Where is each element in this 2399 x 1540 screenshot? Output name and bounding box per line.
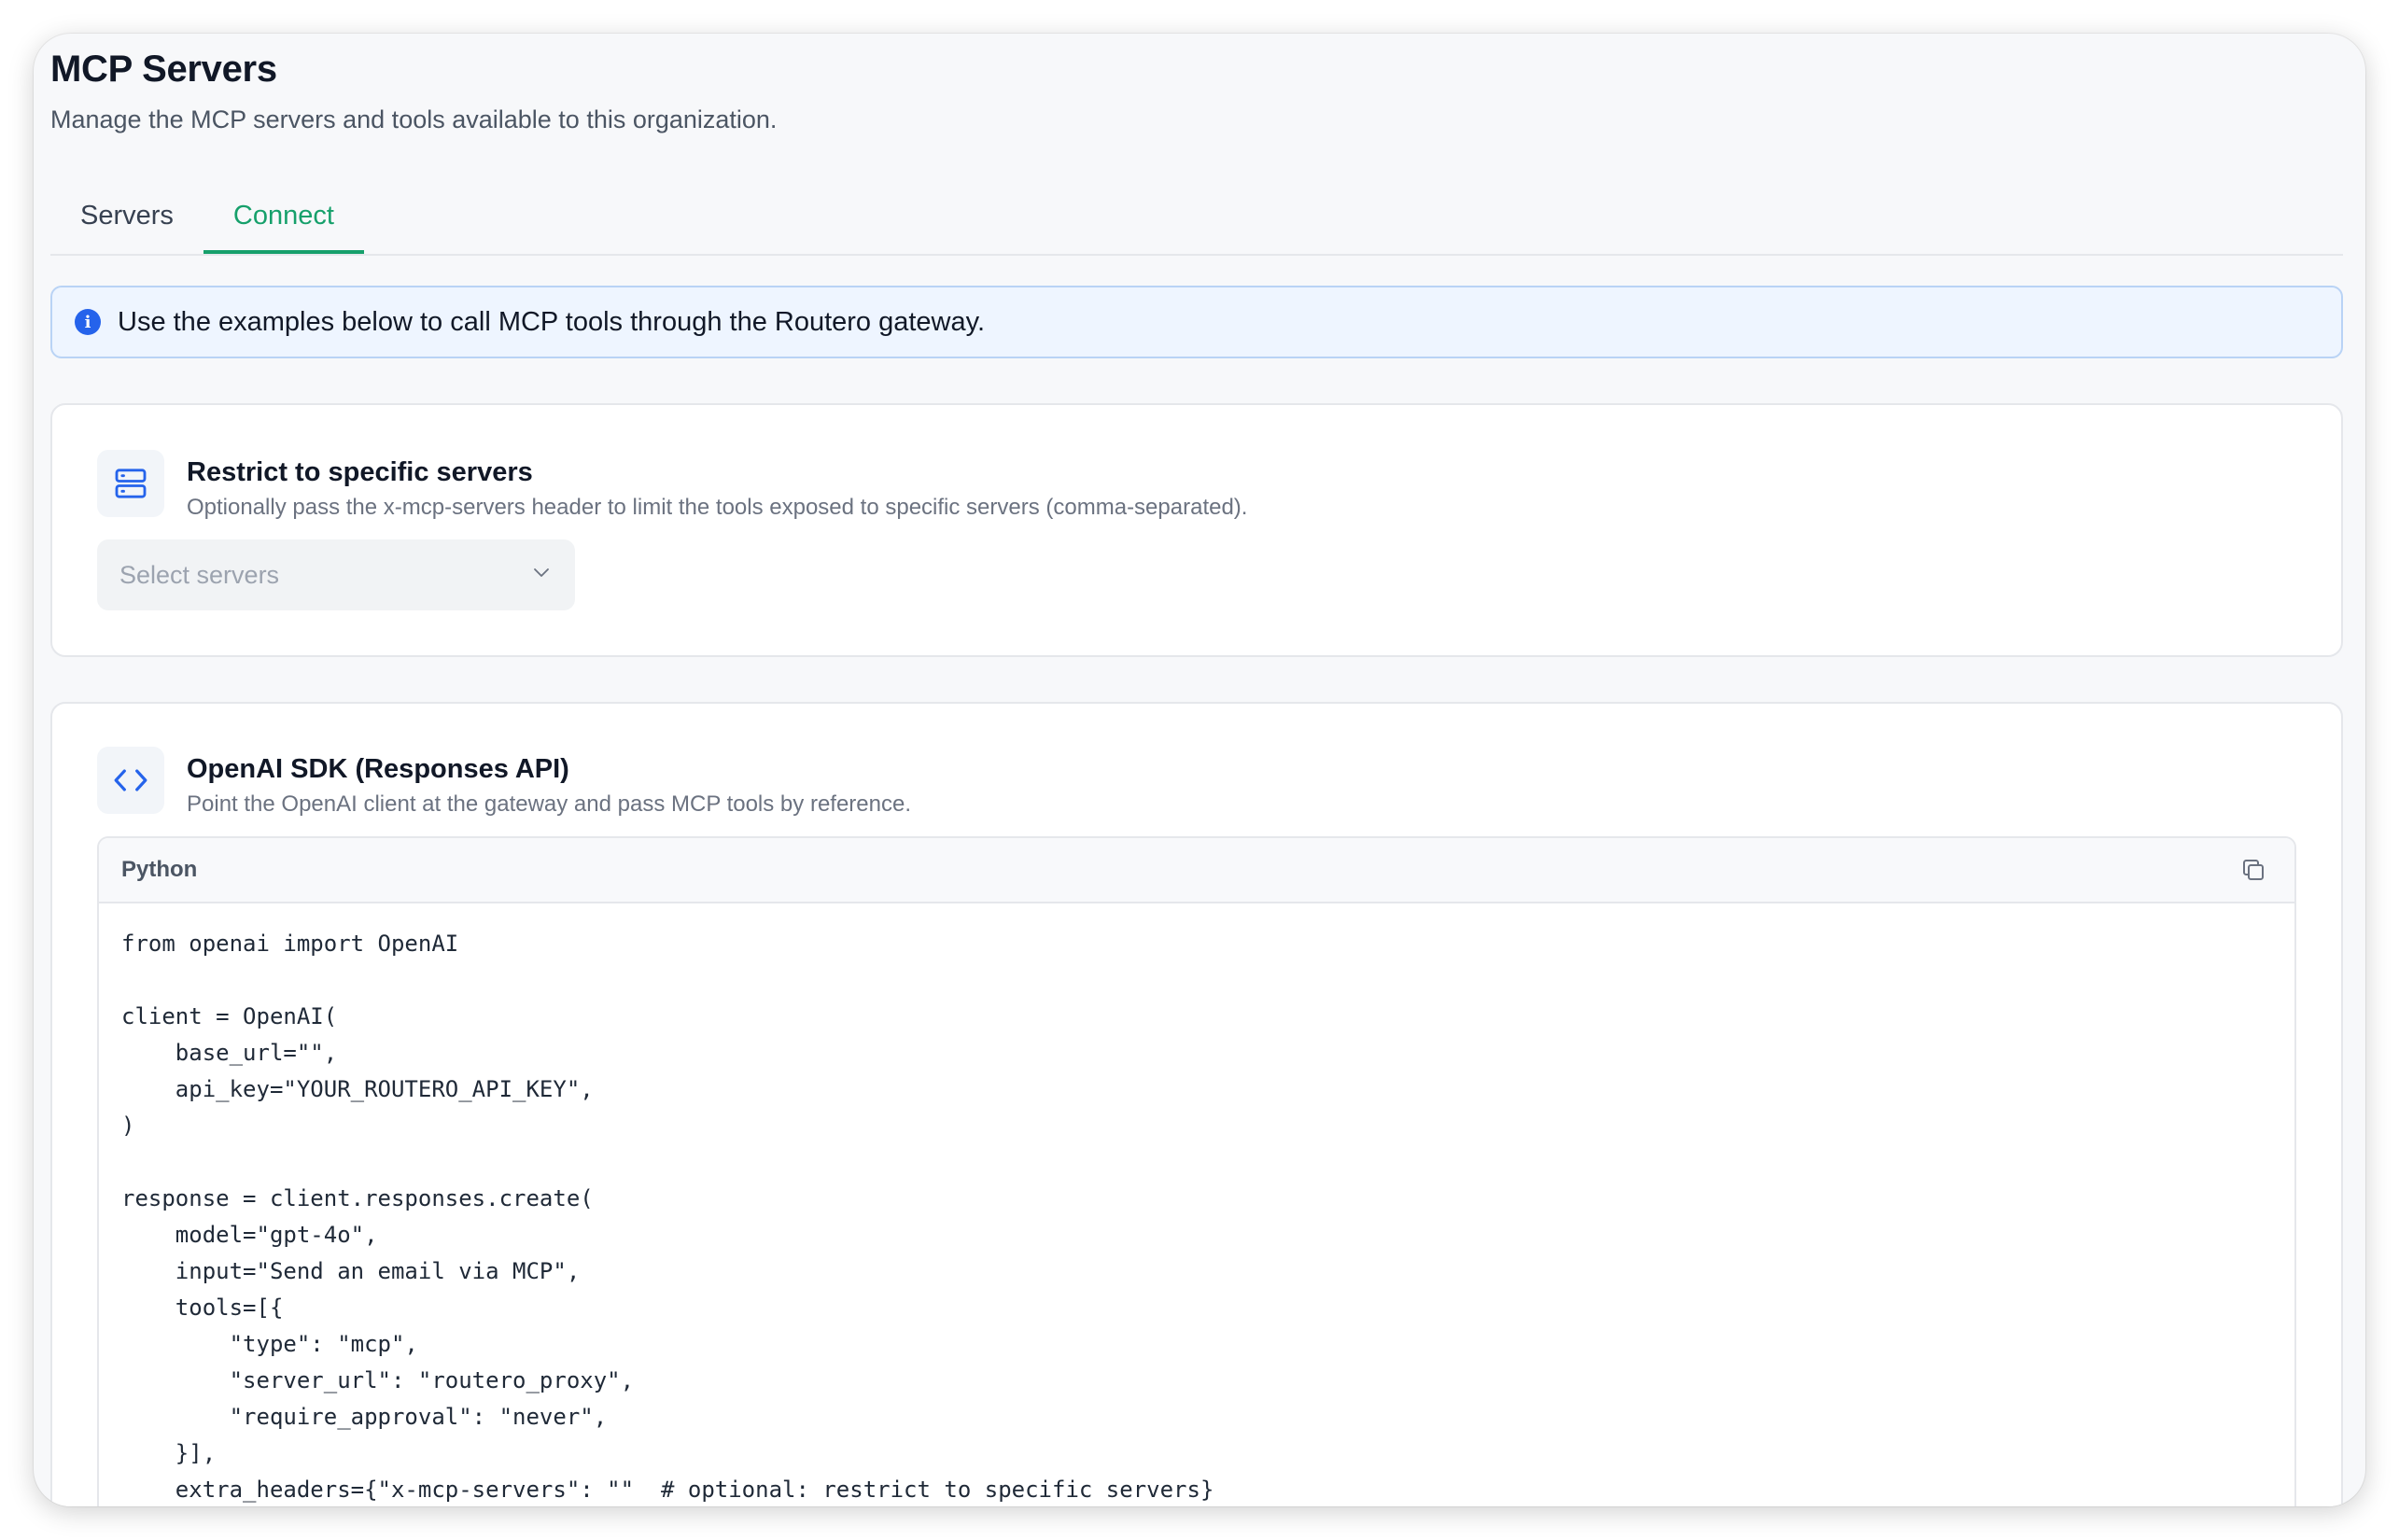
app-window: MCP Servers Manage the MCP servers and t… [34, 34, 2365, 1506]
info-alert-text: Use the examples below to call MCP tools… [118, 306, 986, 337]
copy-button[interactable] [2235, 851, 2272, 889]
sdk-card-description: Point the OpenAI client at the gateway a… [187, 791, 912, 817]
code-block: Python from openai import OpenAI client … [97, 836, 2296, 1506]
code-brackets-icon [97, 747, 164, 814]
restrict-servers-card: Restrict to specific servers Optionally … [50, 403, 2343, 657]
sdk-card-title: OpenAI SDK (Responses API) [187, 754, 569, 784]
tab-bar: Servers Connect [50, 183, 2343, 256]
server-stack-icon [97, 450, 164, 517]
page-content: MCP Servers Manage the MCP servers and t… [50, 45, 2343, 1506]
server-select-placeholder: Select servers [119, 560, 280, 589]
code-language-label: Python [121, 857, 198, 882]
tab-connect[interactable]: Connect [203, 183, 364, 254]
restrict-card-description: Optionally pass the x-mcp-servers header… [187, 495, 1248, 520]
copy-icon [2243, 860, 2264, 880]
sdk-card-header: OpenAI SDK (Responses API) Point the Ope… [97, 747, 911, 819]
info-icon: i [75, 309, 101, 335]
page-title: MCP Servers [50, 49, 277, 90]
restrict-card-header: Restrict to specific servers Optionally … [97, 450, 1247, 523]
openai-sdk-card: OpenAI SDK (Responses API) Point the Ope… [50, 702, 2343, 1506]
info-alert: i Use the examples below to call MCP too… [50, 286, 2343, 358]
code-block-header: Python [99, 838, 2294, 903]
tab-servers[interactable]: Servers [50, 183, 203, 254]
server-select[interactable]: Select servers [97, 539, 575, 610]
page-subtitle: Manage the MCP servers and tools availab… [50, 105, 778, 133]
chevron-down-icon [530, 561, 553, 590]
code-snippet[interactable]: from openai import OpenAI client = OpenA… [99, 903, 2294, 1506]
restrict-card-title: Restrict to specific servers [187, 457, 533, 487]
